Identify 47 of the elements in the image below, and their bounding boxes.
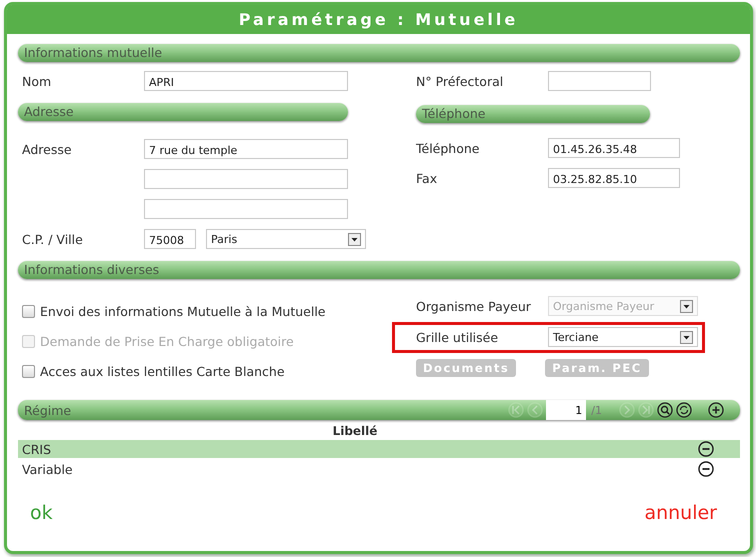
input-field[interactable] (144, 169, 348, 189)
dropdown-caret-icon[interactable] (348, 232, 361, 246)
next-page-icon[interactable] (619, 402, 635, 418)
input-field[interactable]: 03.25.82.85.10 (548, 168, 680, 188)
table-cell: CRIS (22, 442, 52, 456)
input-field[interactable] (548, 71, 651, 91)
section-header: Informations mutuelle (18, 44, 740, 62)
search-icon[interactable] (657, 402, 673, 418)
refresh-icon[interactable] (676, 402, 692, 418)
section-title: Régime (24, 402, 72, 418)
column-header: Libellé (332, 424, 378, 438)
section-header: Informations diverses (18, 261, 740, 279)
field-label: Organisme Payeur (416, 298, 532, 314)
first-page-icon[interactable] (508, 402, 524, 418)
add-icon[interactable] (708, 402, 724, 418)
checkbox[interactable] (22, 304, 35, 318)
checkbox[interactable] (22, 364, 35, 378)
page-count: /1 (591, 402, 602, 418)
field-label: C.P. / Ville (21, 232, 84, 246)
field-label: N° Préfectoral (416, 74, 504, 88)
checkbox-label: Demande de Prise En Charge obligatoire (40, 334, 294, 348)
table-cell: Variable (22, 462, 73, 476)
section-header: Téléphone (416, 105, 650, 123)
dropdown-caret-icon[interactable] (680, 330, 693, 344)
input-field[interactable]: 7 rue du temple (144, 139, 348, 159)
dropdown[interactable]: Terciane (548, 327, 698, 347)
field-label: Grille utilisée (416, 330, 500, 344)
checkbox-label: Acces aux listes lentilles Carte Blanche (40, 364, 285, 378)
field-label: Téléphone (416, 140, 480, 156)
table-row[interactable]: CRIS (18, 440, 740, 458)
dropdown[interactable]: Paris (206, 229, 366, 249)
field-label: Nom (21, 74, 52, 88)
input-field[interactable]: 01.45.26.35.48 (548, 138, 680, 158)
table-row[interactable]: Variable (18, 460, 740, 478)
input-field[interactable]: APRI (144, 71, 348, 91)
section-header: Adresse (18, 103, 348, 121)
input-field[interactable] (144, 199, 348, 219)
previous-page-icon[interactable] (527, 402, 544, 418)
page-field[interactable]: 1 (546, 400, 586, 420)
field-label: Adresse (21, 142, 73, 156)
remove-icon[interactable] (698, 461, 714, 477)
cancel-button[interactable]: annuler (640, 502, 721, 524)
checkbox-label: Envoi des informations Mutuelle à la Mutuelle (40, 304, 326, 318)
field-label: Fax (416, 170, 438, 186)
input-field[interactable]: 75008 (144, 229, 196, 249)
window-title: Paramétrage : Mutuelle (7, 5, 750, 34)
remove-icon[interactable] (698, 441, 714, 457)
